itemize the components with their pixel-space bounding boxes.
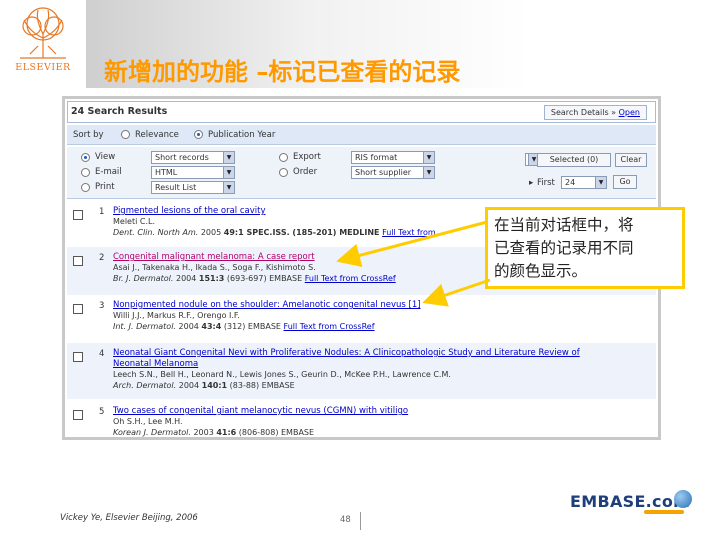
record-authors: Leech S.N., Bell H., Leonard N., Lewis J… bbox=[113, 370, 451, 379]
record-title-link[interactable]: Pigmented lesions of the oral cavity bbox=[113, 206, 266, 216]
elsevier-logo: ELSEVIER bbox=[4, 2, 82, 82]
first-records-select[interactable]: 24 ▼ bbox=[561, 176, 607, 189]
view-radio[interactable] bbox=[81, 153, 90, 162]
result-list-select[interactable]: Result List ▼ bbox=[151, 181, 235, 194]
record-source: Int. J. Dermatol. 2004 43:4 (312) EMBASE… bbox=[113, 322, 375, 331]
result-record: 3 Nonpigmented nodule on the shoulder: A… bbox=[67, 295, 656, 343]
full-text-link[interactable]: Full Text from CrossRef bbox=[284, 322, 375, 331]
order-radio[interactable] bbox=[279, 168, 288, 177]
record-number: 3 bbox=[99, 301, 105, 311]
full-text-link[interactable]: Full Text from CrossRef bbox=[305, 274, 396, 283]
first-label: First bbox=[537, 178, 555, 188]
chevron-down-icon: ▼ bbox=[223, 152, 234, 163]
go-button[interactable]: Go bbox=[613, 175, 637, 189]
sort-publication-year-label: Publication Year bbox=[208, 130, 276, 140]
slide-title: 新增加的功能 –标记已查看的记录 bbox=[104, 58, 461, 86]
chevron-down-icon: ▼ bbox=[423, 152, 434, 163]
chevron-down-icon: ▼ bbox=[423, 167, 434, 178]
email-label: E-mail bbox=[95, 167, 122, 177]
callout-line-2: 已查看的记录用不同 bbox=[494, 239, 634, 257]
record-source: Korean J. Dermatol. 2003 41:6 (806-808) … bbox=[113, 428, 315, 437]
record-title-link-continued[interactable]: Neonatal Melanoma bbox=[113, 359, 198, 369]
embase-wordmark: EMBASE.com bbox=[570, 492, 691, 511]
order-supplier-select[interactable]: Short supplier ▼ bbox=[351, 166, 435, 179]
sort-bar: Sort by Relevance Publication Year bbox=[67, 125, 656, 145]
record-checkbox[interactable] bbox=[73, 410, 83, 420]
record-authors: Oh S.H., Lee M.H. bbox=[113, 417, 183, 426]
output-options-panel: View E-mail Print Short records ▼ HTML ▼ R… bbox=[67, 147, 656, 199]
record-title-link[interactable]: Nonpigmented nodule on the shoulder: Ame… bbox=[113, 300, 421, 310]
callout-line-1: 在当前对话框中，将 bbox=[494, 216, 634, 234]
export-format-select[interactable]: RIS format ▼ bbox=[351, 151, 435, 164]
sort-relevance-label: Relevance bbox=[135, 130, 179, 140]
record-checkbox[interactable] bbox=[73, 256, 83, 266]
search-details-button[interactable]: Search Details » Open bbox=[543, 105, 647, 120]
record-title-link[interactable]: Neonatal Giant Congenital Nevi with Prol… bbox=[113, 348, 580, 358]
record-format-select[interactable]: Short records ▼ bbox=[151, 151, 235, 164]
elsevier-tree-icon bbox=[14, 4, 72, 60]
callout-line-3: 的颜色显示。 bbox=[494, 262, 588, 280]
print-radio[interactable] bbox=[81, 183, 90, 192]
result-record: 5 Two cases of congenital giant melanocy… bbox=[67, 401, 656, 437]
record-number: 1 bbox=[99, 207, 105, 217]
embase-logo: EMBASE.com bbox=[570, 490, 700, 516]
chevron-down-icon: ▼ bbox=[223, 182, 234, 193]
record-source: Arch. Dermatol. 2004 140:1 (83-88) EMBAS… bbox=[113, 381, 295, 390]
footer-credit: Vickey Ye, Elsevier Beijing, 2006 bbox=[60, 513, 198, 523]
record-authors: Meleti C.L. bbox=[113, 217, 155, 226]
output-format-select[interactable]: HTML ▼ bbox=[151, 166, 235, 179]
sort-by-label: Sort by bbox=[73, 130, 104, 140]
record-number: 4 bbox=[99, 349, 105, 359]
record-source: Dent. Clin. North Am. 2005 49:1 SPEC.ISS… bbox=[113, 228, 436, 237]
record-authors: Asai J., Takenaka H., Ikada S., Soga F.,… bbox=[113, 263, 316, 272]
result-record: 4 Neonatal Giant Congenital Nevi with Pr… bbox=[67, 343, 656, 399]
record-checkbox[interactable] bbox=[73, 210, 83, 220]
record-source: Br. J. Dermatol. 2004 151:3 (693-697) EM… bbox=[113, 274, 396, 283]
print-label: Print bbox=[95, 182, 115, 192]
chevron-down-icon: ▼ bbox=[223, 167, 234, 178]
swoosh-icon bbox=[644, 510, 684, 514]
globe-icon bbox=[674, 490, 692, 508]
results-header: 24 Search Results Search Details » Open bbox=[67, 101, 656, 123]
clear-button[interactable]: Clear bbox=[615, 153, 647, 167]
record-number: 2 bbox=[99, 253, 105, 263]
page-number: 48 bbox=[340, 515, 351, 525]
export-radio[interactable] bbox=[279, 153, 288, 162]
record-title-link-visited[interactable]: Congenital malignant melanoma: A case re… bbox=[113, 252, 315, 262]
record-checkbox[interactable] bbox=[73, 352, 83, 362]
record-checkbox[interactable] bbox=[73, 304, 83, 314]
selected-records-button[interactable]: Selected (0) bbox=[537, 153, 611, 167]
chevron-down-icon: ▼ bbox=[595, 177, 606, 188]
results-count: 24 Search Results bbox=[71, 106, 168, 117]
view-label: View bbox=[95, 152, 116, 162]
full-text-link[interactable]: Full Text from bbox=[382, 228, 436, 237]
first-arrow-icon: ▸ bbox=[529, 178, 534, 188]
sort-publication-year-radio[interactable] bbox=[194, 130, 203, 139]
export-label: Export bbox=[293, 152, 321, 162]
footer-divider bbox=[360, 512, 361, 530]
record-number: 5 bbox=[99, 407, 105, 417]
record-title-link[interactable]: Two cases of congenital giant melanocyti… bbox=[113, 406, 408, 416]
sort-relevance-radio[interactable] bbox=[121, 130, 130, 139]
annotation-callout: 在当前对话框中，将 已查看的记录用不同 的颜色显示。 bbox=[485, 207, 685, 289]
order-label: Order bbox=[293, 167, 318, 177]
record-authors: Willi J.J., Markus R.F., Orengo I.F. bbox=[113, 311, 240, 320]
email-radio[interactable] bbox=[81, 168, 90, 177]
logo-wordmark: ELSEVIER bbox=[15, 62, 71, 73]
